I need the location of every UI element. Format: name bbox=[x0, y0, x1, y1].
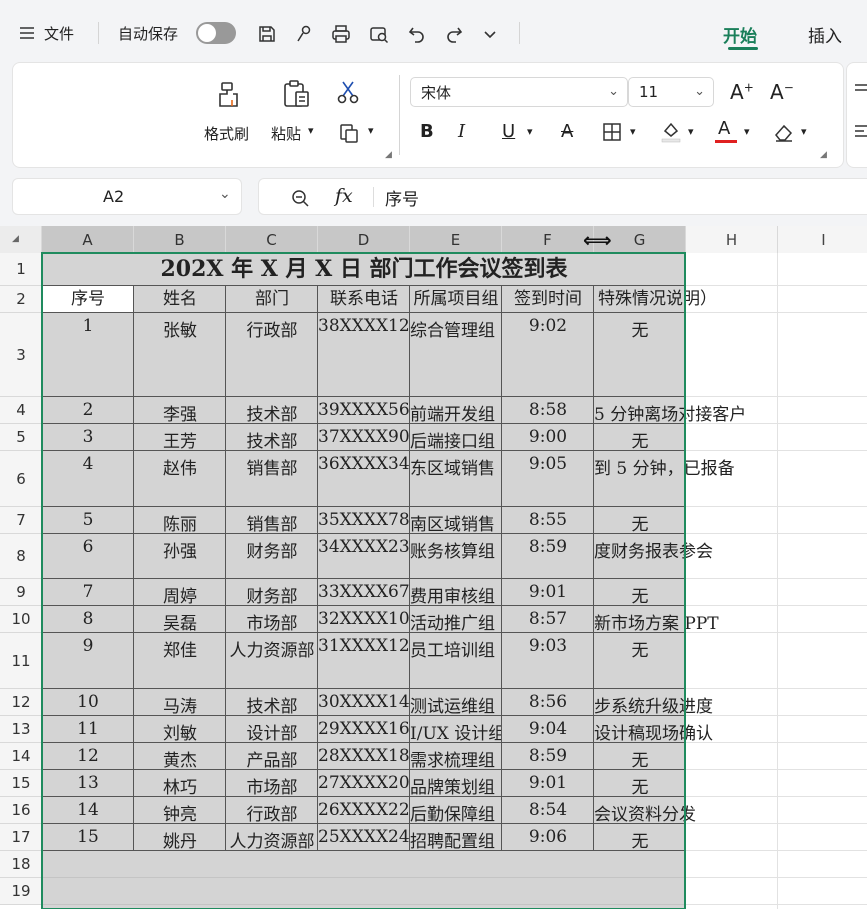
font-color-swatch bbox=[715, 140, 737, 143]
row-header-19[interactable]: 19 bbox=[0, 878, 42, 905]
divider bbox=[519, 22, 520, 44]
save-icon[interactable] bbox=[254, 21, 280, 47]
increase-font-icon[interactable]: A+ bbox=[730, 80, 754, 104]
bold-icon[interactable]: B bbox=[420, 121, 434, 142]
row-header-16[interactable]: 16 bbox=[0, 797, 42, 824]
menu-icon[interactable] bbox=[16, 22, 38, 44]
font-name-select[interactable]: 宋体 ⌄ bbox=[410, 77, 628, 107]
divider bbox=[98, 22, 99, 44]
borders-icon[interactable] bbox=[599, 119, 625, 145]
ribbon-panel-next bbox=[846, 62, 867, 168]
clear-dropdown-icon[interactable]: ▾ bbox=[801, 125, 807, 138]
row-header-1[interactable]: 1 bbox=[0, 253, 42, 286]
font-name-value: 宋体 bbox=[421, 83, 452, 102]
underline-icon[interactable]: U bbox=[502, 121, 515, 142]
borders-dropdown-icon[interactable]: ▾ bbox=[630, 125, 636, 138]
row-header-6[interactable]: 6 bbox=[0, 451, 42, 507]
align-left-icon[interactable] bbox=[851, 121, 867, 141]
column-header-b[interactable]: B bbox=[134, 226, 226, 253]
resize-cursor-icon: ⟺ bbox=[583, 228, 612, 252]
row-header-18[interactable]: 18 bbox=[0, 851, 42, 878]
align-icon[interactable] bbox=[851, 79, 867, 99]
font-color-icon[interactable]: A bbox=[718, 118, 730, 139]
function-icon[interactable]: fx bbox=[335, 185, 353, 207]
chevron-down-icon: ⌄ bbox=[608, 84, 619, 99]
row-header-8[interactable]: 8 bbox=[0, 534, 42, 579]
tab-insert[interactable]: 插入 bbox=[808, 22, 842, 47]
chevron-down-icon[interactable]: ⌄ bbox=[219, 186, 231, 202]
row-header-4[interactable]: 4 bbox=[0, 397, 42, 424]
font-launcher-icon[interactable]: ◢ bbox=[820, 150, 827, 160]
active-tab-indicator bbox=[728, 47, 758, 50]
divider bbox=[399, 75, 400, 155]
fill-color-dropdown-icon[interactable]: ▾ bbox=[688, 125, 694, 138]
format-painter-icon[interactable] bbox=[212, 78, 246, 112]
divider bbox=[373, 187, 374, 207]
paste-label[interactable]: 粘贴 bbox=[271, 123, 301, 144]
menu-bar: 文件 自动保存 开始 插入 bbox=[0, 0, 867, 62]
font-color-dropdown-icon[interactable]: ▾ bbox=[744, 125, 750, 138]
name-box-value: A2 bbox=[103, 187, 125, 206]
redo-icon[interactable] bbox=[441, 21, 467, 47]
autosave-label: 自动保存 bbox=[118, 25, 179, 43]
font-size-select[interactable]: 11 ⌄ bbox=[628, 77, 714, 107]
spreadsheet-grid[interactable]: ◢ ABCDEFGHI 1 2 3 4 5 6 7 8 9 10 11 12 13 14 15 16 17 18 1… bbox=[0, 226, 867, 909]
format-painter-label[interactable]: 格式刷 bbox=[204, 123, 249, 144]
clear-format-icon[interactable] bbox=[770, 119, 798, 145]
selection-border bbox=[41, 252, 686, 909]
row-header-10[interactable]: 10 bbox=[0, 606, 42, 633]
cut-icon[interactable] bbox=[334, 78, 362, 106]
column-header-d[interactable]: D bbox=[318, 226, 410, 253]
italic-icon[interactable]: I bbox=[458, 121, 465, 142]
fill-color-icon[interactable] bbox=[657, 117, 685, 145]
select-all-corner[interactable]: ◢ bbox=[0, 226, 42, 253]
autosave-toggle[interactable] bbox=[196, 22, 236, 44]
column-header-f[interactable]: F bbox=[502, 226, 594, 253]
row-header-7[interactable]: 7 bbox=[0, 507, 42, 534]
zoom-formula-icon[interactable] bbox=[289, 187, 311, 209]
row-header-9[interactable]: 9 bbox=[0, 579, 42, 606]
column-header-h[interactable]: H bbox=[686, 226, 778, 253]
column-header-a[interactable]: A bbox=[42, 226, 134, 253]
print-icon[interactable] bbox=[328, 21, 354, 47]
column-header-c[interactable]: C bbox=[226, 226, 318, 253]
undo-icon[interactable] bbox=[404, 21, 430, 47]
underline-dropdown-icon[interactable]: ▾ bbox=[527, 125, 533, 138]
row-header-11[interactable]: 11 bbox=[0, 633, 42, 689]
formula-input[interactable]: fx 序号 bbox=[258, 178, 867, 215]
row-header-5[interactable]: 5 bbox=[0, 424, 42, 451]
paste-dropdown-icon[interactable]: ▾ bbox=[308, 124, 314, 137]
row-header-2[interactable]: 2 bbox=[0, 286, 42, 313]
print-preview-icon[interactable] bbox=[366, 21, 392, 47]
font-size-value: 11 bbox=[639, 83, 659, 101]
tab-home[interactable]: 开始 bbox=[723, 22, 757, 47]
file-menu[interactable]: 文件 bbox=[44, 23, 74, 44]
row-header-13[interactable]: 13 bbox=[0, 716, 42, 743]
clipboard-launcher-icon[interactable]: ◢ bbox=[385, 150, 392, 160]
formula-content: 序号 bbox=[385, 190, 419, 210]
row-header-14[interactable]: 14 bbox=[0, 743, 42, 770]
share-icon[interactable] bbox=[291, 21, 317, 47]
paste-icon[interactable] bbox=[278, 76, 314, 112]
column-header-i[interactable]: I bbox=[778, 226, 867, 253]
name-box[interactable]: A2 ⌄ bbox=[12, 178, 242, 215]
copy-dropdown-icon[interactable]: ▾ bbox=[368, 124, 374, 137]
strikethrough-icon[interactable]: A bbox=[561, 121, 573, 142]
row-header-17[interactable]: 17 bbox=[0, 824, 42, 851]
row-header-15[interactable]: 15 bbox=[0, 770, 42, 797]
column-header-e[interactable]: E bbox=[410, 226, 502, 253]
row-header-12[interactable]: 12 bbox=[0, 689, 42, 716]
chevron-down-icon[interactable] bbox=[478, 22, 502, 46]
row-header-3[interactable]: 3 bbox=[0, 313, 42, 397]
copy-icon[interactable] bbox=[336, 120, 362, 146]
decrease-font-icon[interactable]: A− bbox=[770, 80, 794, 104]
chevron-down-icon: ⌄ bbox=[694, 84, 705, 99]
